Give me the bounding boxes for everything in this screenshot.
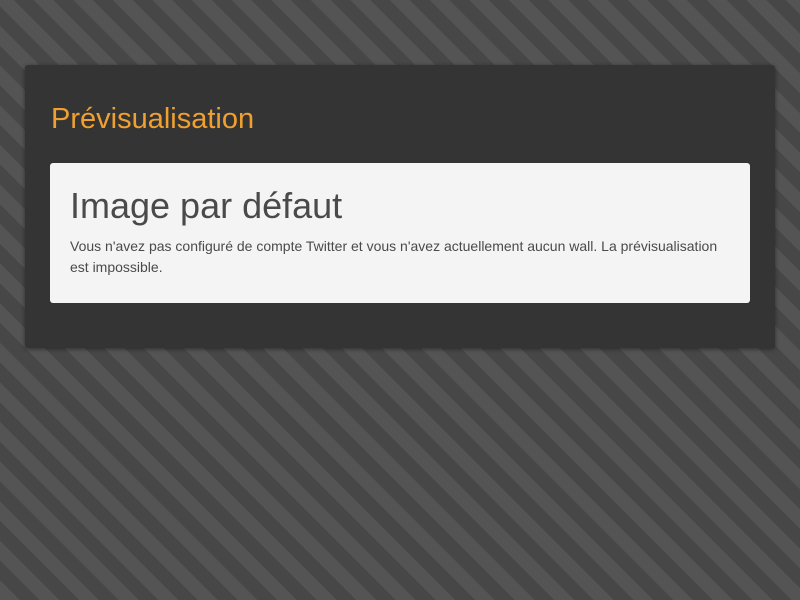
panel-title: Prévisualisation (51, 103, 255, 135)
preview-box: Image par défaut Vous n'avez pas configu… (50, 163, 750, 303)
preview-panel: Prévisualisation Image par défaut Vous n… (25, 65, 775, 348)
preview-heading: Image par défaut (70, 185, 343, 226)
preview-message: Vous n'avez pas configuré de compte Twit… (70, 238, 718, 275)
